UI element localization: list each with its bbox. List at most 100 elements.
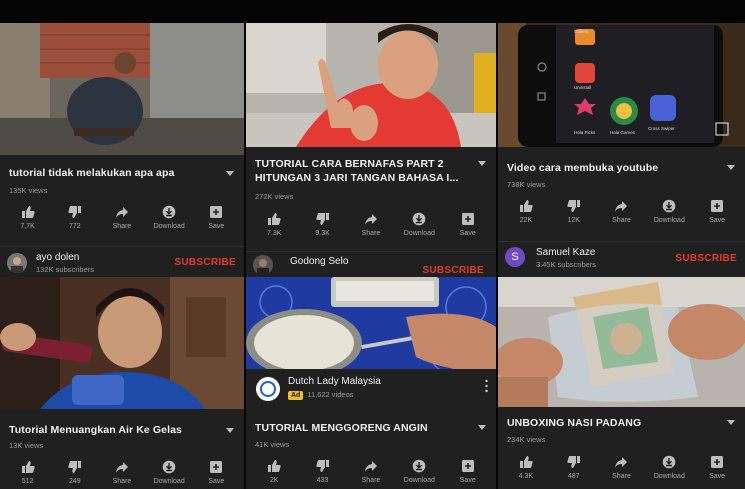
thumbs-up-icon <box>21 206 35 218</box>
download-icon <box>662 199 676 213</box>
channel-avatar[interactable] <box>7 253 27 273</box>
channel-row[interactable]: S Samuel Kaze 3.45K subscribers SUBSCRIB… <box>498 241 745 275</box>
save-button[interactable]: Save <box>193 460 239 485</box>
channel-name[interactable]: Samuel Kaze <box>536 247 595 258</box>
more-options-icon[interactable] <box>727 420 735 425</box>
view-count: 13K views <box>9 441 44 450</box>
video-thumbnail[interactable]: Dutch Lady Malaysia Ad 11,622 videos <box>246 277 496 409</box>
save-button[interactable]: Save <box>445 459 491 484</box>
channel-name[interactable]: Godong Selo <box>290 256 348 267</box>
share-button[interactable]: Share <box>348 459 394 484</box>
subscribe-button[interactable]: SUBSCRIBE <box>422 265 484 276</box>
view-count: 738K views <box>507 180 546 189</box>
video-thumbnail[interactable] <box>246 23 496 147</box>
save-button[interactable]: Save <box>694 455 740 480</box>
video-title[interactable]: Tutorial Menuangkan Air Ke Gelas <box>9 423 214 437</box>
app-label: Hola Games <box>610 130 636 135</box>
more-vert-icon[interactable] <box>485 379 488 393</box>
dislike-button[interactable]: 487 <box>551 455 597 480</box>
save-button[interactable]: Save <box>445 212 491 237</box>
save-playlist-icon <box>210 461 223 473</box>
download-button[interactable]: Download <box>396 212 442 237</box>
like-button[interactable]: 512 <box>5 460 51 485</box>
download-icon <box>413 459 426 473</box>
download-icon <box>662 455 676 469</box>
save-playlist-icon <box>210 206 223 218</box>
share-button[interactable]: Share <box>598 199 644 224</box>
view-count: 135K views <box>9 186 48 195</box>
channel-avatar[interactable] <box>253 255 273 275</box>
video-title[interactable]: tutorial tidak melakukan apa apa <box>9 166 214 180</box>
dislike-button[interactable]: 433 <box>300 459 346 484</box>
ad-badge: Ad <box>288 390 304 400</box>
download-button[interactable]: Download <box>646 199 692 224</box>
app-label: Gallery <box>574 29 589 34</box>
advertiser-name[interactable]: Dutch Lady Malaysia <box>288 376 381 387</box>
thumbs-down-icon <box>315 460 329 472</box>
download-button[interactable]: Download <box>146 460 192 485</box>
download-button[interactable]: Download <box>396 459 442 484</box>
share-button[interactable]: Share <box>99 205 145 230</box>
like-button[interactable]: 22K <box>503 199 549 224</box>
download-icon <box>413 212 426 226</box>
share-button[interactable]: Share <box>598 455 644 480</box>
more-options-icon[interactable] <box>226 428 234 433</box>
dislike-button[interactable]: 249 <box>52 460 98 485</box>
dislike-button[interactable]: 9.3K <box>300 212 346 237</box>
thumbs-down-icon <box>567 200 580 212</box>
more-options-icon[interactable] <box>478 161 486 166</box>
subscribe-button[interactable]: SUBSCRIBE <box>174 257 236 268</box>
ad-video-count: 11,622 videos <box>307 390 354 399</box>
video-thumbnail[interactable] <box>0 277 244 409</box>
view-count: 234K views <box>507 435 546 444</box>
view-count: 41K views <box>255 440 290 449</box>
more-options-icon[interactable] <box>478 425 486 430</box>
share-button[interactable]: Share <box>99 460 145 485</box>
thumbs-up-icon <box>268 213 281 225</box>
video-thumbnail[interactable] <box>498 277 745 407</box>
more-options-icon[interactable] <box>226 171 234 176</box>
video-card-3: Gallery Uninstall Hola Picks Hola Games … <box>498 23 745 277</box>
ad-overlay[interactable]: Dutch Lady Malaysia Ad 11,622 videos <box>246 369 496 409</box>
download-button[interactable]: Download <box>146 205 192 230</box>
video-card-5: Dutch Lady Malaysia Ad 11,622 videos TUTO… <box>246 277 496 489</box>
channel-avatar[interactable]: S <box>505 247 525 267</box>
video-title[interactable]: TUTORIAL CARA BERNAFAS PART 2 HITUNGAN 3… <box>255 157 466 185</box>
like-button[interactable]: 7,7K <box>5 205 51 230</box>
thumbs-down-icon <box>68 461 81 473</box>
advertiser-avatar[interactable] <box>256 377 280 401</box>
action-bar: 7.3K 9.3K Share Download Save <box>246 212 496 237</box>
action-bar: 4.3K 487 Share Download Save <box>498 455 745 480</box>
save-playlist-icon <box>461 460 474 472</box>
share-icon <box>115 207 128 218</box>
action-bar: 512 249 Share Download Save <box>0 460 244 485</box>
thumbs-up-icon <box>268 460 281 472</box>
share-icon <box>615 201 628 212</box>
channel-name[interactable]: ayo dolen <box>36 252 79 263</box>
app-label: Uninstall <box>574 85 592 90</box>
video-thumbnail[interactable]: Gallery Uninstall Hola Picks Hola Games … <box>498 23 745 147</box>
save-button[interactable]: Save <box>193 205 239 230</box>
video-title[interactable]: Video cara membuka youtube <box>507 161 715 175</box>
video-title[interactable]: UNBOXING NASI PADANG <box>507 416 715 430</box>
save-button[interactable]: Save <box>694 199 740 224</box>
channel-row[interactable]: ayo dolen 132K subscribers SUBSCRIBE <box>0 246 244 276</box>
video-title[interactable]: TUTORIAL MENGGORENG ANGIN <box>255 421 466 435</box>
like-button[interactable]: 7.3K <box>251 212 297 237</box>
dislike-button[interactable]: 772 <box>52 205 98 230</box>
share-icon <box>615 457 628 468</box>
channel-row[interactable]: Godong Selo SUBSCRIBE <box>246 251 496 277</box>
download-button[interactable]: Download <box>646 455 692 480</box>
thumbs-down-icon <box>68 206 81 218</box>
app-label: Hola Picks <box>574 130 596 135</box>
like-button[interactable]: 2K <box>251 459 297 484</box>
share-button[interactable]: Share <box>348 212 394 237</box>
download-icon <box>162 460 176 474</box>
more-options-icon[interactable] <box>727 165 735 170</box>
subscribe-button[interactable]: SUBSCRIBE <box>675 253 737 264</box>
like-button[interactable]: 4.3K <box>503 455 549 480</box>
video-card-2: TUTORIAL CARA BERNAFAS PART 2 HITUNGAN 3… <box>246 23 496 277</box>
share-icon <box>364 214 377 225</box>
dislike-button[interactable]: 12K <box>551 199 597 224</box>
video-thumbnail[interactable] <box>0 23 244 155</box>
